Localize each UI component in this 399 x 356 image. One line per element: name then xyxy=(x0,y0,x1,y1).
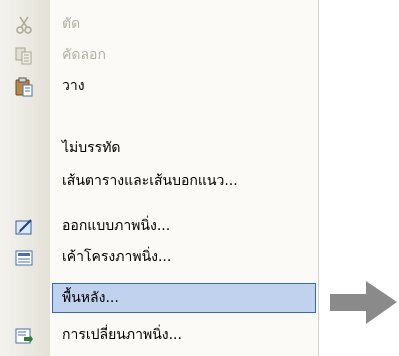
menu-item-label: วาง xyxy=(62,78,85,94)
scissors-icon xyxy=(16,16,32,34)
right-arrow-icon xyxy=(330,281,397,324)
copy-icon xyxy=(15,47,32,65)
menu-item-label: คัดลอก xyxy=(62,47,106,63)
menu-item-cut[interactable]: ตัด xyxy=(0,9,318,40)
design-icon xyxy=(15,219,32,235)
menu-item-label: ออกแบบภาพนิ่ง... xyxy=(62,218,171,234)
menu-item-slide-transition[interactable]: การเปลี่ยนภาพนิ่ง... xyxy=(0,320,318,351)
transition-icon xyxy=(15,328,33,344)
menu-item-ruler[interactable]: ไม่บรรทัด xyxy=(0,133,318,164)
menu-item-label: เส้นตารางและเส้นบอกแนว... xyxy=(62,173,238,189)
menu-item-label: การเปลี่ยนภาพนิ่ง... xyxy=(62,327,182,343)
context-menu: ตัด คัดลอก วาง ไม่บรรทัด เส้นตารางและเส้… xyxy=(0,0,319,356)
menu-item-slide-layout[interactable]: เค้าโครงภาพนิ่ง... xyxy=(0,242,318,273)
menu-item-label: พื้นหลัง... xyxy=(62,290,119,306)
menu-item-label: ตัด xyxy=(62,16,81,32)
menu-item-background[interactable]: พื้นหลัง... xyxy=(52,283,316,313)
menu-item-label: ไม่บรรทัด xyxy=(62,140,121,156)
menu-item-slide-design[interactable]: ออกแบบภาพนิ่ง... xyxy=(0,211,318,242)
menu-item-paste[interactable]: วาง xyxy=(0,71,318,102)
layout-icon xyxy=(15,250,33,266)
menu-item-label: เค้าโครงภาพนิ่ง... xyxy=(62,249,172,265)
paste-icon xyxy=(15,77,33,97)
menu-item-copy[interactable]: คัดลอก xyxy=(0,40,318,71)
menu-item-grid-guides[interactable]: เส้นตารางและเส้นบอกแนว... xyxy=(0,166,318,197)
